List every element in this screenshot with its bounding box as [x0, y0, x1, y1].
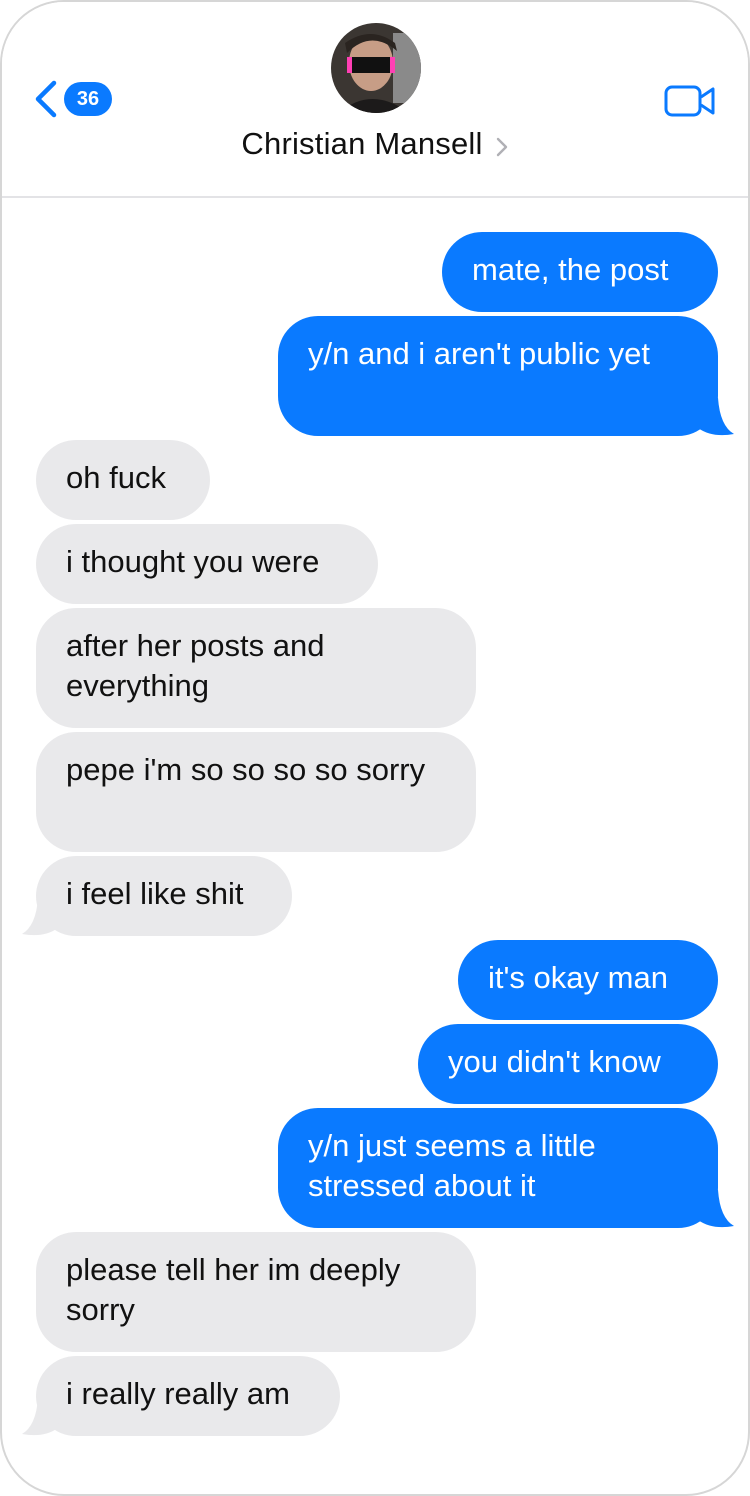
- chevron-left-icon: [35, 80, 57, 118]
- message-bubble-sent[interactable]: mate, the post: [442, 232, 718, 312]
- bubble-tail: [692, 398, 734, 436]
- message-bubble-received[interactable]: i really really am: [36, 1356, 340, 1436]
- message-text: it's okay man: [488, 960, 668, 995]
- message-text: you didn't know: [448, 1044, 661, 1079]
- message-bubble-sent[interactable]: it's okay man: [458, 940, 718, 1020]
- avatar-image: [331, 23, 421, 113]
- message-bubble-sent[interactable]: y/n and i aren't public yet: [278, 316, 718, 436]
- bubble-tail: [22, 898, 64, 936]
- message-bubble-received[interactable]: after her posts and everything: [36, 608, 476, 728]
- message-bubble-received[interactable]: pepe i'm so so so so sorry: [36, 732, 476, 852]
- message-bubble-sent[interactable]: y/n just seems a little stressed about i…: [278, 1108, 718, 1228]
- message-text: pepe i'm so so so so sorry: [66, 752, 426, 787]
- message-text: i thought you were: [66, 544, 320, 579]
- message-bubble-received[interactable]: i thought you were: [36, 524, 378, 604]
- message-text: i feel like shit: [66, 876, 244, 911]
- message-text: y/n just seems a little stressed about i…: [308, 1128, 596, 1203]
- avatar[interactable]: [331, 23, 421, 113]
- message-text: y/n and i aren't public yet: [308, 336, 650, 371]
- message-bubble-received[interactable]: i feel like shit: [36, 856, 292, 936]
- message-text: mate, the post: [472, 252, 669, 287]
- phone-frame: 36 Christian Mansell mate, the post y/n …: [0, 0, 750, 1496]
- message-text: after her posts and everything: [66, 628, 325, 703]
- conversation-header: 36 Christian Mansell: [2, 2, 748, 198]
- contact-info-button[interactable]: Christian Mansell: [2, 126, 748, 162]
- message-text: please tell her im deeply sorry: [66, 1252, 401, 1327]
- bubble-tail: [22, 1398, 64, 1436]
- message-bubble-sent[interactable]: you didn't know: [418, 1024, 718, 1104]
- video-camera-icon[interactable]: [664, 84, 716, 118]
- message-text: oh fuck: [66, 460, 166, 495]
- contact-name: Christian Mansell: [241, 126, 483, 161]
- message-bubble-received[interactable]: oh fuck: [36, 440, 210, 520]
- message-bubble-received[interactable]: please tell her im deeply sorry: [36, 1232, 476, 1352]
- back-button[interactable]: 36: [32, 80, 112, 118]
- message-text: i really really am: [66, 1376, 290, 1411]
- unread-count-badge: 36: [64, 82, 112, 116]
- bubble-tail: [692, 1190, 734, 1228]
- chevron-right-icon: [496, 137, 507, 157]
